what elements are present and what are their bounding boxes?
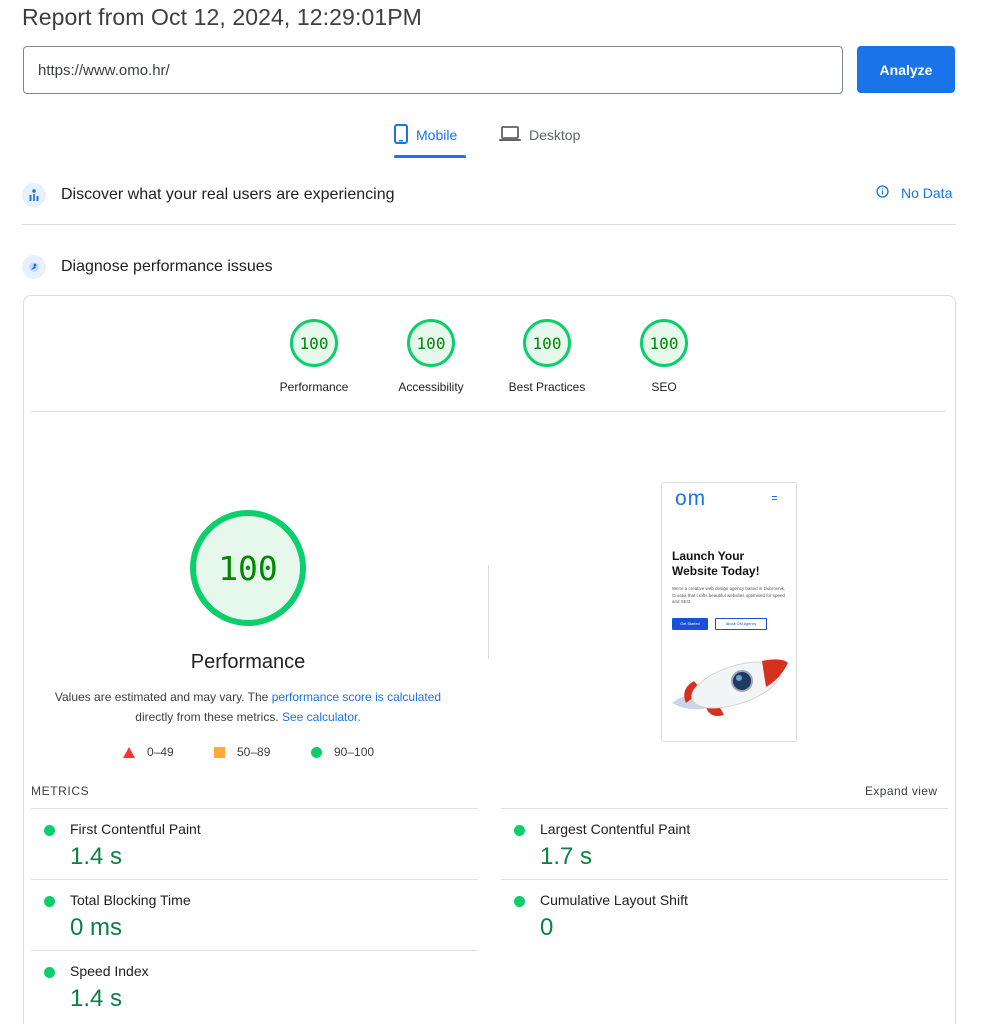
report-title: Report from Oct 12, 2024, 12:29:01PM (22, 4, 422, 30)
performance-score-gauge: 100 (190, 510, 306, 626)
rocket-illustration (672, 659, 788, 716)
metric-speed-index: Speed Index 1.4 s (31, 950, 478, 1021)
metric-first-contentful-paint: First Contentful Paint 1.4 s (31, 808, 478, 879)
pass-circle-icon (44, 967, 55, 978)
score-disclaimer: Values are estimated and may vary. The p… (48, 687, 448, 727)
vertical-divider (488, 565, 489, 659)
device-tabs: Mobile Desktop (0, 112, 983, 160)
square-icon (214, 746, 225, 758)
smartphone-icon (394, 123, 408, 147)
laptop-icon (499, 125, 521, 145)
see-calculator-link[interactable]: See calculator. (282, 710, 361, 724)
legend-pass: 90–100 (311, 745, 374, 759)
pass-circle-icon (44, 825, 55, 836)
people-chart-icon (22, 183, 46, 207)
metric-cumulative-layout-shift: Cumulative Layout Shift 0 (501, 879, 948, 950)
info-icon (876, 185, 889, 201)
diagnose-section-header: Diagnose performance issues (22, 247, 956, 287)
metric-name: Largest Contentful Paint (540, 821, 691, 837)
hamburger-menu-icon (772, 496, 777, 500)
legend-range: 90–100 (334, 745, 375, 759)
legend-fail: 0–49 (123, 745, 174, 759)
tab-mobile[interactable]: Mobile (394, 112, 466, 158)
expand-view-toggle[interactable]: Expand view (865, 784, 937, 798)
metric-value: 1.4 s (70, 985, 123, 1012)
site-subtext: We're a creative web design agency based… (672, 586, 786, 604)
gauge-score: 100 (290, 319, 338, 367)
metric-name: Cumulative Layout Shift (540, 892, 688, 908)
final-screenshot: om Launch Your Website Today! We're a cr… (661, 482, 797, 742)
site-headline: Launch Your Website Today! (672, 549, 760, 578)
pass-circle-icon (514, 825, 525, 836)
tab-desktop-label: Desktop (529, 127, 581, 143)
performance-heading: Performance (190, 651, 306, 673)
no-data-link[interactable]: No Data (876, 185, 952, 201)
metric-total-blocking-time: Total Blocking Time 0 ms (31, 879, 478, 950)
legend-average: 50–89 (214, 745, 270, 759)
gauge-score: 100 (407, 319, 455, 367)
legend-range: 0–49 (147, 745, 174, 759)
gauges-divider (31, 411, 946, 412)
gauge-label: SEO (651, 380, 677, 394)
disclaimer-text-2: directly from these metrics. (135, 710, 279, 724)
legend-range: 50–89 (237, 745, 271, 759)
circle-icon (311, 746, 322, 758)
pass-circle-icon (44, 896, 55, 907)
metric-value: 1.7 s (540, 843, 593, 870)
metric-value: 1.4 s (70, 843, 123, 870)
metric-value: 0 ms (70, 914, 123, 941)
tab-mobile-label: Mobile (416, 127, 458, 143)
metric-name: First Contentful Paint (70, 821, 201, 837)
score-calculation-link[interactable]: performance score is calculated (272, 690, 441, 704)
pass-circle-icon (514, 896, 525, 907)
gauge-score: 100 (523, 319, 571, 367)
tab-desktop[interactable]: Desktop (499, 112, 589, 158)
site-cta-primary: Get Started (672, 618, 708, 630)
section-divider (22, 224, 956, 225)
gauge-score: 100 (640, 319, 688, 367)
crux-section-header: Discover what your real users are experi… (22, 175, 956, 215)
url-input[interactable] (23, 46, 843, 94)
no-data-label: No Data (901, 185, 953, 201)
metric-largest-contentful-paint: Largest Contentful Paint 1.7 s (501, 808, 948, 879)
active-tab-indicator (394, 155, 466, 158)
disclaimer-text: Values are estimated and may vary. The (54, 690, 269, 704)
site-logo: om (675, 487, 707, 510)
crux-title: Discover what your real users are experi… (61, 186, 395, 203)
analyze-button[interactable]: Analyze (857, 46, 955, 93)
diagnose-title: Diagnose performance issues (61, 258, 273, 275)
metric-name: Total Blocking Time (70, 892, 191, 908)
metrics-heading: METRICS (31, 784, 90, 798)
triangle-icon (123, 746, 135, 758)
gauge-seo[interactable]: 100 SEO (594, 319, 734, 394)
site-cta-secondary: About OM Agency (715, 618, 767, 630)
metric-value: 0 (540, 914, 554, 941)
metric-name: Speed Index (70, 963, 149, 979)
lighthouse-icon (22, 255, 46, 279)
